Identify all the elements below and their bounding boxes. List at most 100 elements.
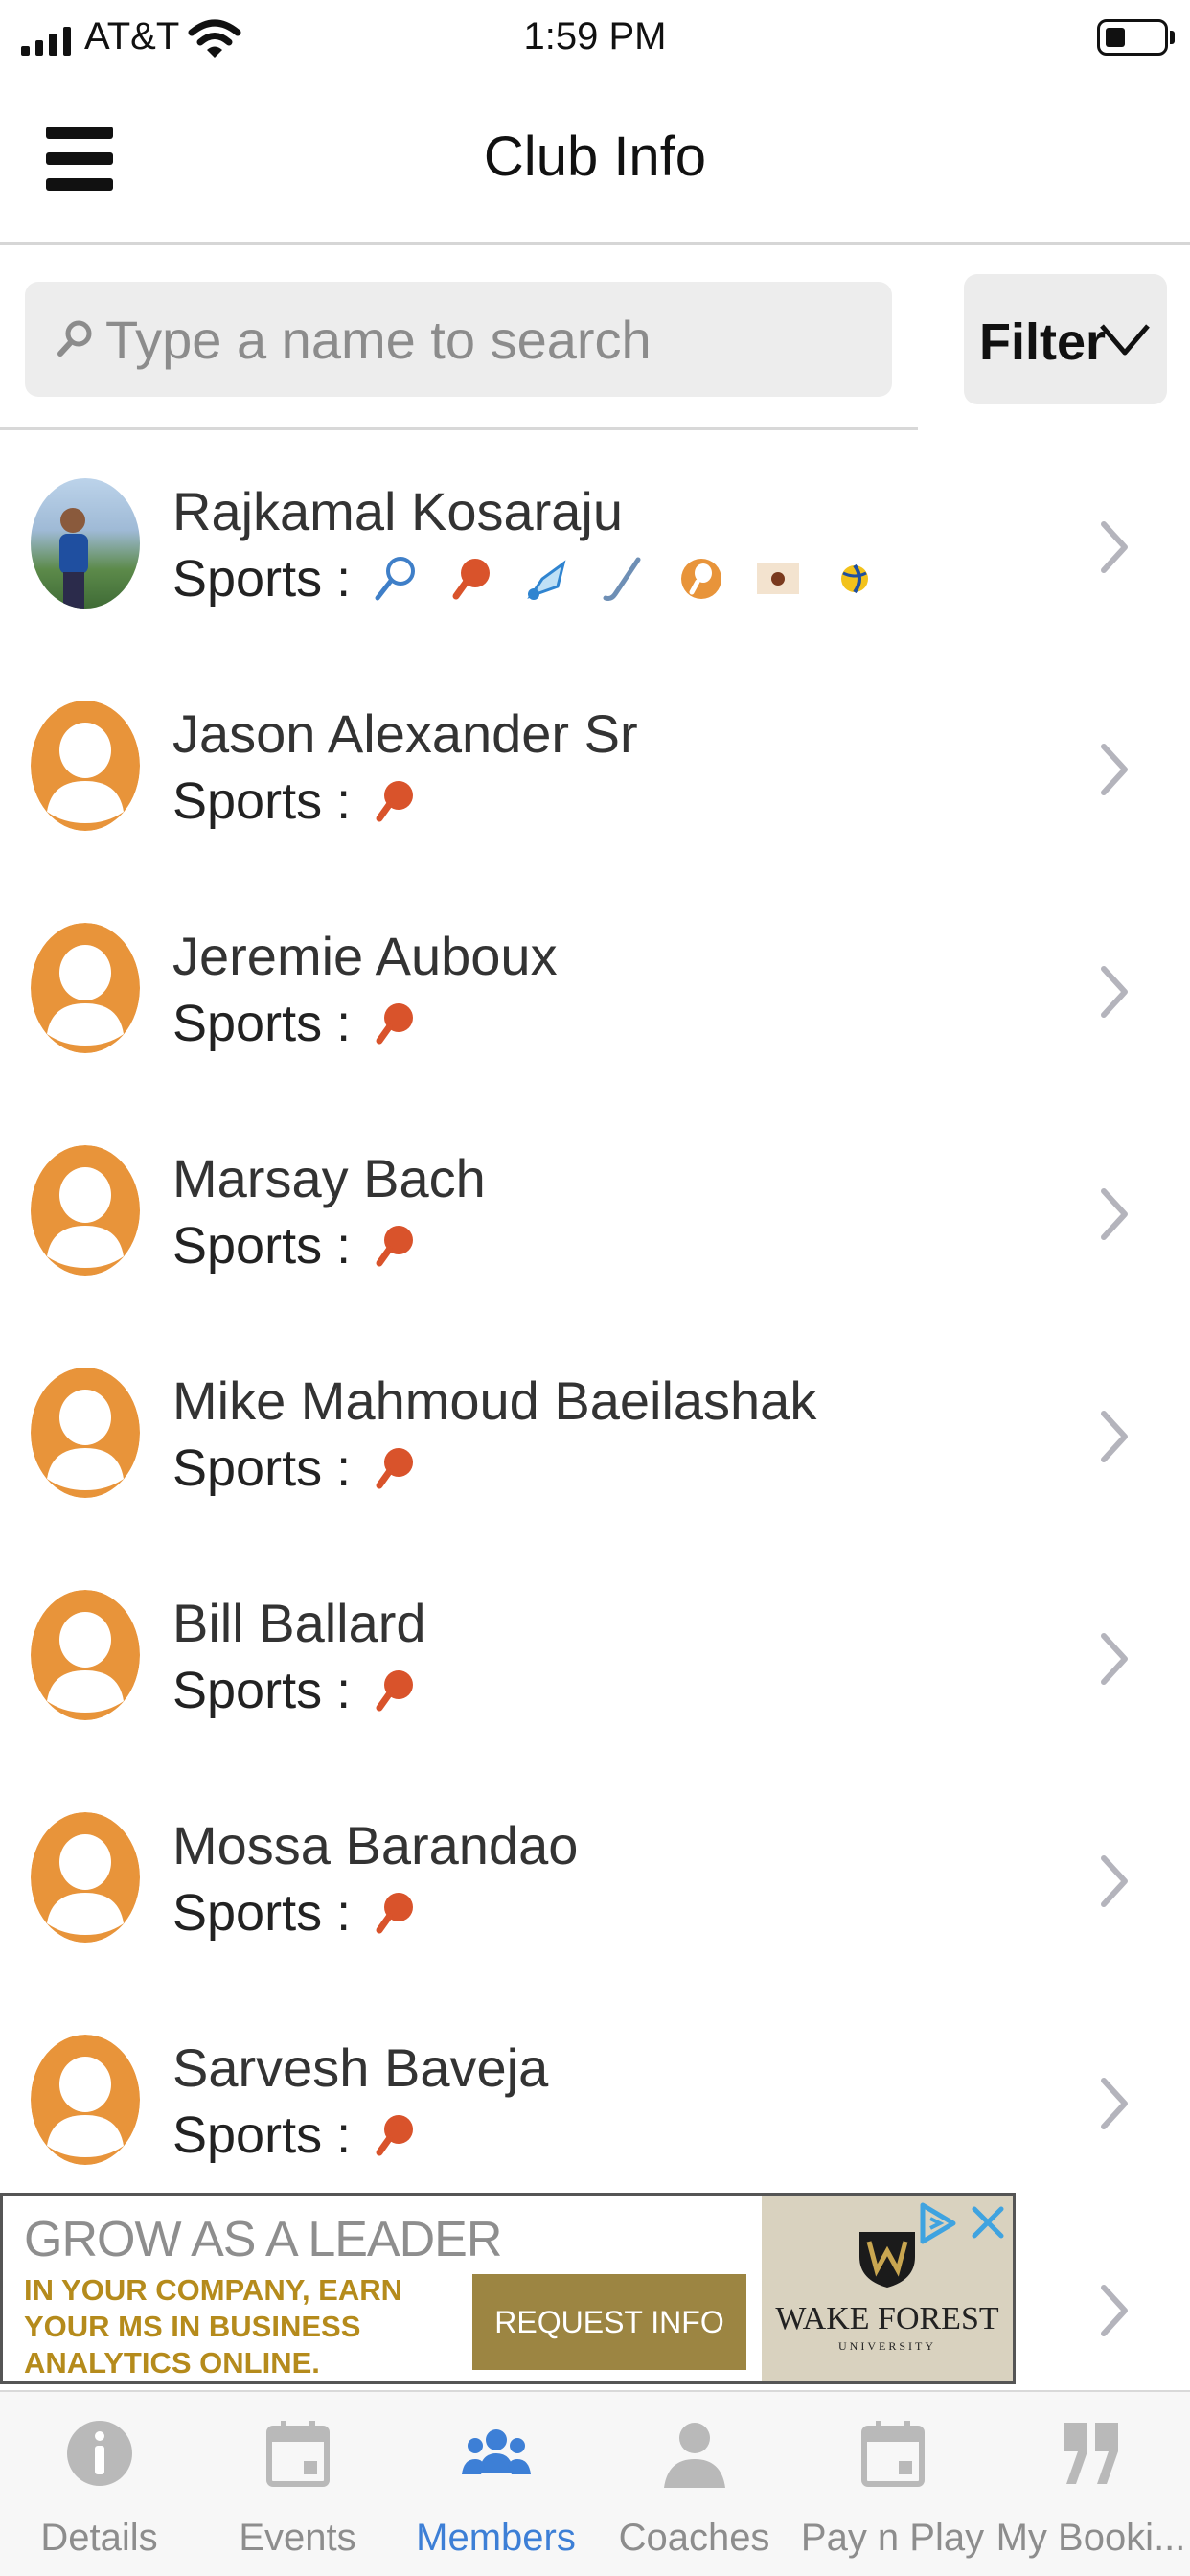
member-name: Jeremie Auboux xyxy=(172,926,558,986)
tab-label: Events xyxy=(239,2517,356,2559)
table-tennis-icon xyxy=(376,1003,414,1045)
calendar-icon xyxy=(861,2421,925,2487)
avatar xyxy=(31,1812,140,1943)
chevron-down-icon xyxy=(1100,324,1150,356)
ad-banner[interactable]: GROW AS A LEADER IN YOUR COMPANY, EARN Y… xyxy=(0,2193,1016,2384)
member-name: Mike Mahmoud Baeilashak xyxy=(172,1370,817,1431)
member-name: Mossa Barandao xyxy=(172,1815,579,1875)
tab-label: Coaches xyxy=(618,2517,770,2559)
sports-line: Sports : xyxy=(172,549,908,609)
badminton-icon xyxy=(527,560,566,600)
tab-label: Members xyxy=(416,2517,576,2559)
tab-events[interactable]: Events xyxy=(198,2392,397,2576)
member-row[interactable]: Marsay Bach Sports : xyxy=(0,1103,1190,1324)
members-icon xyxy=(462,2429,531,2474)
chevron-right-icon xyxy=(1101,966,1128,1018)
member-row[interactable]: Jeremie Auboux Sports : xyxy=(0,881,1190,1102)
battery-icon xyxy=(1097,19,1168,56)
sports-line: Sports : xyxy=(172,1438,448,1498)
avatar xyxy=(31,1590,140,1720)
sports-label: Sports : xyxy=(172,2106,352,2164)
sports-line: Sports : xyxy=(172,1883,448,1943)
table-tennis-icon xyxy=(376,1226,414,1267)
sports-line: Sports : xyxy=(172,771,448,831)
chevron-right-icon xyxy=(1101,521,1128,573)
table-tennis-icon xyxy=(376,2115,414,2156)
ad-headline: GROW AS A LEADER xyxy=(24,2212,502,2267)
search-icon xyxy=(57,320,92,356)
page-title: Club Info xyxy=(483,126,707,188)
filter-button[interactable]: Filter xyxy=(964,274,1167,404)
hockey-stick-icon xyxy=(603,557,641,601)
member-name: Jason Alexander Sr xyxy=(172,703,638,764)
chevron-right-icon xyxy=(1101,2078,1128,2129)
tab-bar: Details Events Members Coaches Pay n Play My … xyxy=(0,2390,1190,2576)
avatar xyxy=(31,923,140,1053)
chevron-right-icon xyxy=(1101,2285,1128,2336)
member-name: Bill Ballard xyxy=(172,1593,426,1653)
battery-nub xyxy=(1170,31,1175,44)
tab-details[interactable]: Details xyxy=(0,2392,198,2576)
ad-logo-subtext: UNIVERSITY xyxy=(838,2339,936,2353)
sports-line: Sports : xyxy=(172,1661,448,1720)
member-row[interactable]: Mike Mahmoud Baeilashak Sports : xyxy=(0,1325,1190,1547)
sports-label: Sports : xyxy=(172,1884,352,1942)
member-row[interactable]: Sarvesh Baveja Sports : xyxy=(0,1992,1190,2214)
member-row[interactable]: Jason Alexander Sr Sports : xyxy=(0,658,1190,880)
sports-label: Sports : xyxy=(172,1439,352,1497)
ad-choices-icon[interactable] xyxy=(917,2199,959,2247)
member-row[interactable]: Mossa Barandao Sports : xyxy=(0,1770,1190,1991)
squash-icon xyxy=(681,559,722,599)
tab-label: My Booki... xyxy=(995,2517,1186,2559)
cricket-icon xyxy=(757,564,800,594)
tab-pay-n-play[interactable]: Pay n Play xyxy=(793,2392,992,2576)
member-name: Marsay Bach xyxy=(172,1148,486,1208)
chevron-right-icon xyxy=(1101,1188,1128,1240)
tab-coaches[interactable]: Coaches xyxy=(595,2392,793,2576)
sports-label: Sports : xyxy=(172,1217,352,1275)
chevron-right-icon xyxy=(1101,1633,1128,1685)
volleyball-icon xyxy=(841,564,869,594)
table-tennis-icon xyxy=(376,781,414,822)
sports-line: Sports : xyxy=(172,1216,448,1276)
person-icon xyxy=(664,2423,725,2488)
tab-my-booki[interactable]: My Booki... xyxy=(992,2392,1190,2576)
table-tennis-icon xyxy=(376,1448,414,1489)
chevron-right-icon xyxy=(1101,1855,1128,1907)
search-input[interactable] xyxy=(105,305,872,374)
sports-label: Sports : xyxy=(172,1662,352,1719)
tennis-icon xyxy=(375,557,416,601)
member-row[interactable]: Rajkamal Kosaraju Sports : xyxy=(0,436,1190,657)
avatar xyxy=(31,1145,140,1276)
quote-icon xyxy=(1064,2423,1118,2484)
filter-label: Filter xyxy=(979,313,1107,371)
sports-line: Sports : xyxy=(172,994,448,1053)
chevron-right-icon xyxy=(1101,744,1128,795)
avatar xyxy=(31,478,140,609)
close-icon[interactable] xyxy=(969,2203,1007,2242)
info-icon xyxy=(67,2421,132,2486)
tab-members[interactable]: Members xyxy=(397,2392,595,2576)
sports-label: Sports : xyxy=(172,772,352,830)
chevron-right-icon xyxy=(1101,1411,1128,1462)
status-bar: AT&T 1:59 PM xyxy=(0,0,1190,77)
member-name: Sarvesh Baveja xyxy=(172,2037,549,2098)
divider xyxy=(0,427,918,430)
ad-body-text: IN YOUR COMPANY, EARN YOUR MS IN BUSINES… xyxy=(24,2273,403,2380)
sports-line: Sports : xyxy=(172,2105,448,2165)
avatar xyxy=(31,1368,140,1498)
sports-label: Sports : xyxy=(172,995,352,1052)
avatar xyxy=(31,2035,140,2165)
tab-label: Pay n Play xyxy=(800,2517,985,2559)
calendar-icon xyxy=(266,2421,330,2487)
status-time: 1:59 PM xyxy=(523,15,667,58)
wake-forest-logo-icon xyxy=(859,2232,915,2288)
ad-logo-text: WAKE FOREST xyxy=(775,2301,999,2336)
sports-label: Sports : xyxy=(172,550,352,608)
table-tennis-icon xyxy=(376,1670,414,1712)
search-box[interactable] xyxy=(25,282,892,397)
request-info-button[interactable]: REQUEST INFO xyxy=(472,2274,746,2370)
member-name: Rajkamal Kosaraju xyxy=(172,481,623,541)
tab-label: Details xyxy=(40,2517,158,2559)
member-row[interactable]: Bill Ballard Sports : xyxy=(0,1548,1190,1769)
